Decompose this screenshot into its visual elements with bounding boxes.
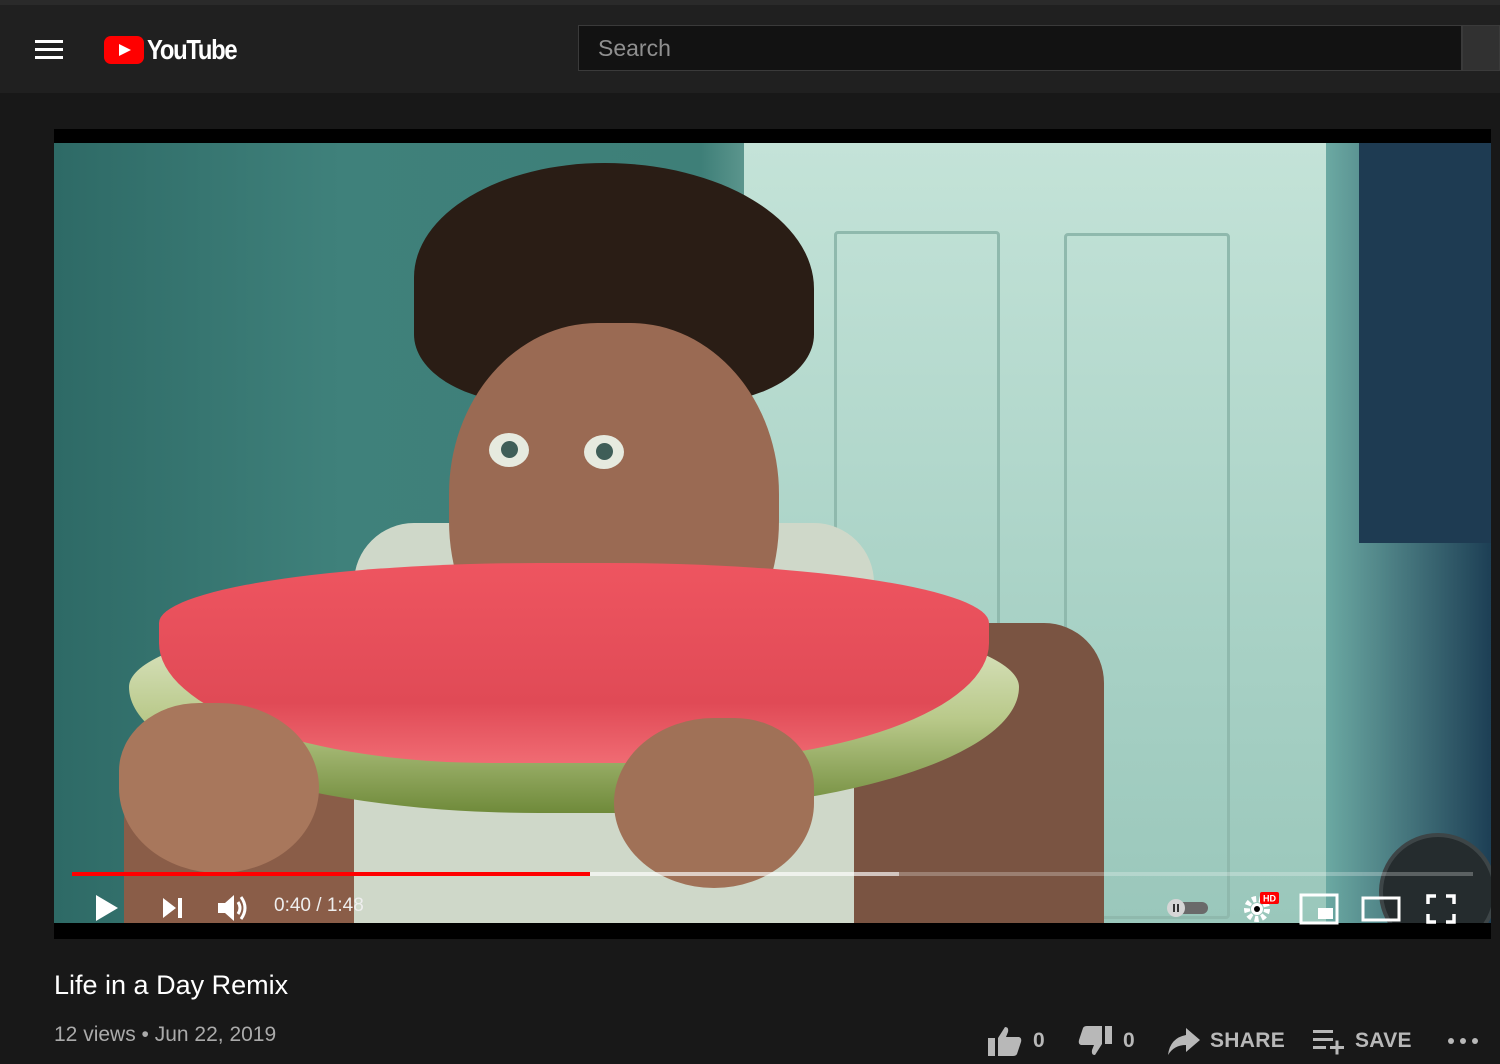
play-icon[interactable] xyxy=(92,893,122,923)
search-button[interactable] xyxy=(1462,25,1500,71)
like-button[interactable]: 0 xyxy=(987,1024,1045,1058)
hd-badge: HD xyxy=(1263,894,1276,904)
settings-gear-icon[interactable]: HD xyxy=(1240,891,1280,925)
fullscreen-icon[interactable] xyxy=(1425,893,1457,925)
share-label: SHARE xyxy=(1210,1029,1286,1052)
youtube-logo[interactable]: YouTube xyxy=(104,33,252,67)
like-count: 0 xyxy=(1033,1029,1045,1052)
thumbs-up-icon xyxy=(988,1027,1022,1056)
thumbs-down-icon xyxy=(1078,1026,1112,1055)
volume-icon[interactable] xyxy=(216,892,252,924)
logo-text: YouTube xyxy=(147,34,238,65)
miniplayer-icon[interactable] xyxy=(1299,893,1339,925)
time-display: 0:40 / 1:48 xyxy=(274,895,364,916)
more-actions-button[interactable] xyxy=(1447,1024,1479,1058)
search-input[interactable] xyxy=(578,25,1462,71)
youtube-play-icon xyxy=(104,36,144,64)
share-button[interactable]: SHARE xyxy=(1166,1024,1285,1058)
video-meta: 12 views • Jun 22, 2019 xyxy=(54,1023,277,1046)
autoplay-toggle[interactable] xyxy=(1166,898,1210,918)
next-icon[interactable] xyxy=(160,895,186,921)
share-arrow-icon xyxy=(1168,1028,1200,1055)
save-label: SAVE xyxy=(1355,1029,1412,1052)
played-bar xyxy=(72,872,591,876)
theater-mode-icon[interactable] xyxy=(1361,895,1401,923)
video-title: Life in a Day Remix xyxy=(54,970,289,1000)
playlist-add-icon xyxy=(1313,1030,1344,1055)
video-player[interactable]: 0:40 / 1:48 HD xyxy=(54,129,1491,939)
masthead: YouTube xyxy=(0,5,1500,93)
save-button[interactable]: SAVE xyxy=(1311,1024,1412,1058)
dislike-button[interactable]: 0 xyxy=(1077,1024,1135,1058)
more-horiz-icon xyxy=(1448,1038,1478,1044)
hamburger-menu-icon[interactable] xyxy=(28,33,70,67)
dislike-count: 0 xyxy=(1123,1029,1135,1052)
progress-bar[interactable] xyxy=(72,872,1473,876)
video-frame[interactable] xyxy=(54,143,1491,923)
